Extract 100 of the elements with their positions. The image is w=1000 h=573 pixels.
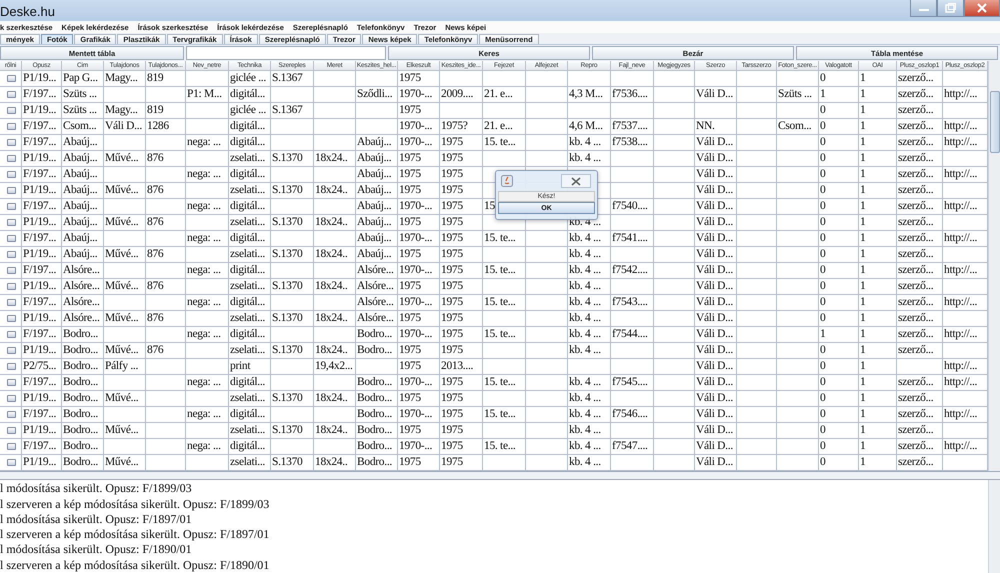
row-header-cell[interactable]	[0, 71, 22, 88]
table-cell	[146, 87, 186, 104]
row-header-cell[interactable]	[0, 263, 22, 280]
table-cell	[777, 375, 819, 392]
table-cell	[356, 119, 398, 136]
table-cell	[897, 359, 943, 376]
scrollbar[interactable]	[988, 480, 1000, 573]
row-header-cell[interactable]	[0, 343, 22, 360]
table-cell	[104, 135, 146, 152]
table-cell: kb. 4 ...	[568, 327, 611, 344]
scrollbar-thumb[interactable]	[990, 91, 1000, 154]
table-cell	[483, 359, 526, 376]
table-cell: Szüts ...	[62, 87, 104, 104]
row-header-cell[interactable]	[0, 87, 22, 104]
row-header-cell[interactable]	[0, 231, 22, 248]
row-header-cell[interactable]	[0, 407, 22, 424]
table-cell: 1975	[398, 151, 440, 168]
table-cell	[654, 423, 695, 440]
table-cell: 1	[859, 343, 897, 360]
table-cell	[611, 279, 654, 296]
table-cell: kb. 4 ...	[568, 135, 611, 152]
table-cell: Szüts ...	[62, 103, 104, 120]
table-cell: 21. e...	[483, 119, 526, 136]
table-cell: 1970-...	[398, 407, 440, 424]
row-header-cell[interactable]	[0, 183, 22, 200]
table-cell: Bodro...	[62, 343, 104, 360]
table-cell: NN.	[695, 119, 737, 136]
table-cell: nega: ...	[186, 199, 229, 216]
table-cell	[526, 391, 568, 408]
row-header-cell[interactable]	[0, 247, 22, 264]
table-cell	[271, 199, 314, 216]
close-button[interactable]	[964, 0, 1000, 17]
row-header-cell[interactable]	[0, 311, 22, 328]
table-cell: Bodro...	[356, 407, 398, 424]
table-cell	[654, 183, 695, 200]
row-header-cell[interactable]	[0, 119, 22, 136]
row-header-cell[interactable]	[0, 295, 22, 312]
table-cell: Bodro...	[62, 359, 104, 376]
row-header-cell[interactable]	[0, 167, 22, 184]
table-cell: f7544....	[611, 327, 654, 344]
table-cell: Abaúj...	[62, 183, 104, 200]
table-cell	[737, 423, 777, 440]
close-button[interactable]	[561, 174, 591, 188]
table-cell: kb. 4 ...	[568, 439, 611, 456]
table-cell	[314, 375, 356, 392]
table-cell: P1/19...	[22, 215, 62, 232]
table-cell: Alsóre...	[62, 311, 104, 328]
log-line: l módosítása sikerült. Opusz: F/1890/01	[0, 542, 192, 558]
table-cell: 18x24..	[314, 151, 356, 168]
table-cell	[104, 231, 146, 248]
row-header-cell[interactable]	[0, 215, 22, 232]
minimize-button[interactable]	[910, 0, 937, 17]
row-header-cell[interactable]	[0, 135, 22, 152]
table-cell: digitál...	[229, 295, 271, 312]
table-cell: szerző...	[897, 279, 943, 296]
table-cell	[271, 359, 314, 376]
table-cell: 1	[859, 199, 897, 216]
search-field[interactable]	[186, 46, 386, 60]
table-cell	[146, 439, 186, 456]
table-cell: 1975	[398, 247, 440, 264]
scrollbar[interactable]	[988, 61, 1000, 472]
table-cell: nega: ...	[186, 135, 229, 152]
table-cell	[777, 215, 819, 232]
row-header-cell[interactable]	[0, 423, 22, 440]
table-cell: Váli D...	[695, 87, 737, 104]
row-header-cell[interactable]	[0, 199, 22, 216]
row-header-cell[interactable]	[0, 439, 22, 456]
table-cell	[483, 311, 526, 328]
table-cell: 0	[819, 263, 859, 280]
table-cell: F/197...	[22, 263, 62, 280]
table-cell: Bodro...	[62, 327, 104, 344]
table-cell: S.1370	[271, 455, 314, 472]
table-cell	[526, 71, 568, 88]
table-cell	[654, 151, 695, 168]
table-cell	[654, 231, 695, 248]
maximize-button[interactable]	[937, 0, 964, 17]
table-cell	[271, 87, 314, 104]
row-header-cell[interactable]	[0, 151, 22, 168]
table-cell: 1	[859, 279, 897, 296]
table-cell	[271, 167, 314, 184]
row-header-cell[interactable]	[0, 455, 22, 472]
row-header-cell[interactable]	[0, 375, 22, 392]
table-cell: zselati...	[229, 183, 271, 200]
table-cell: 819	[146, 71, 186, 88]
table-cell: 18x24..	[314, 423, 356, 440]
row-header-cell[interactable]	[0, 103, 22, 120]
table-cell: 1975	[440, 263, 483, 280]
table-cell	[483, 455, 526, 472]
row-header-cell[interactable]	[0, 279, 22, 296]
row-header-cell[interactable]	[0, 359, 22, 376]
table-cell	[777, 391, 819, 408]
table-cell	[611, 183, 654, 200]
table-cell: szerző...	[897, 87, 943, 104]
row-header-cell[interactable]	[0, 391, 22, 408]
table-cell: S.1370	[271, 423, 314, 440]
table-cell: 0	[819, 407, 859, 424]
table-cell: F/197...	[22, 375, 62, 392]
table-cell: Váli D...	[695, 183, 737, 200]
row-header-cell[interactable]	[0, 327, 22, 344]
table-cell	[777, 167, 819, 184]
